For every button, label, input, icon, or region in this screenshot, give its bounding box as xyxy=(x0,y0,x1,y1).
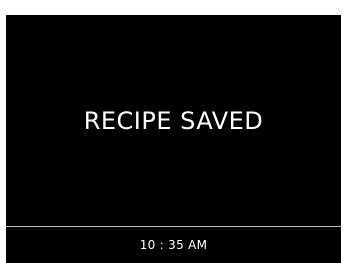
device-screen: RECIPE SAVED 10 : 35 AM xyxy=(6,15,341,263)
message-area: RECIPE SAVED xyxy=(6,15,341,226)
clock-time: 10 : 35 AM xyxy=(139,238,208,252)
recipe-saved-message: RECIPE SAVED xyxy=(83,106,264,135)
status-bar: 10 : 35 AM xyxy=(6,227,341,263)
